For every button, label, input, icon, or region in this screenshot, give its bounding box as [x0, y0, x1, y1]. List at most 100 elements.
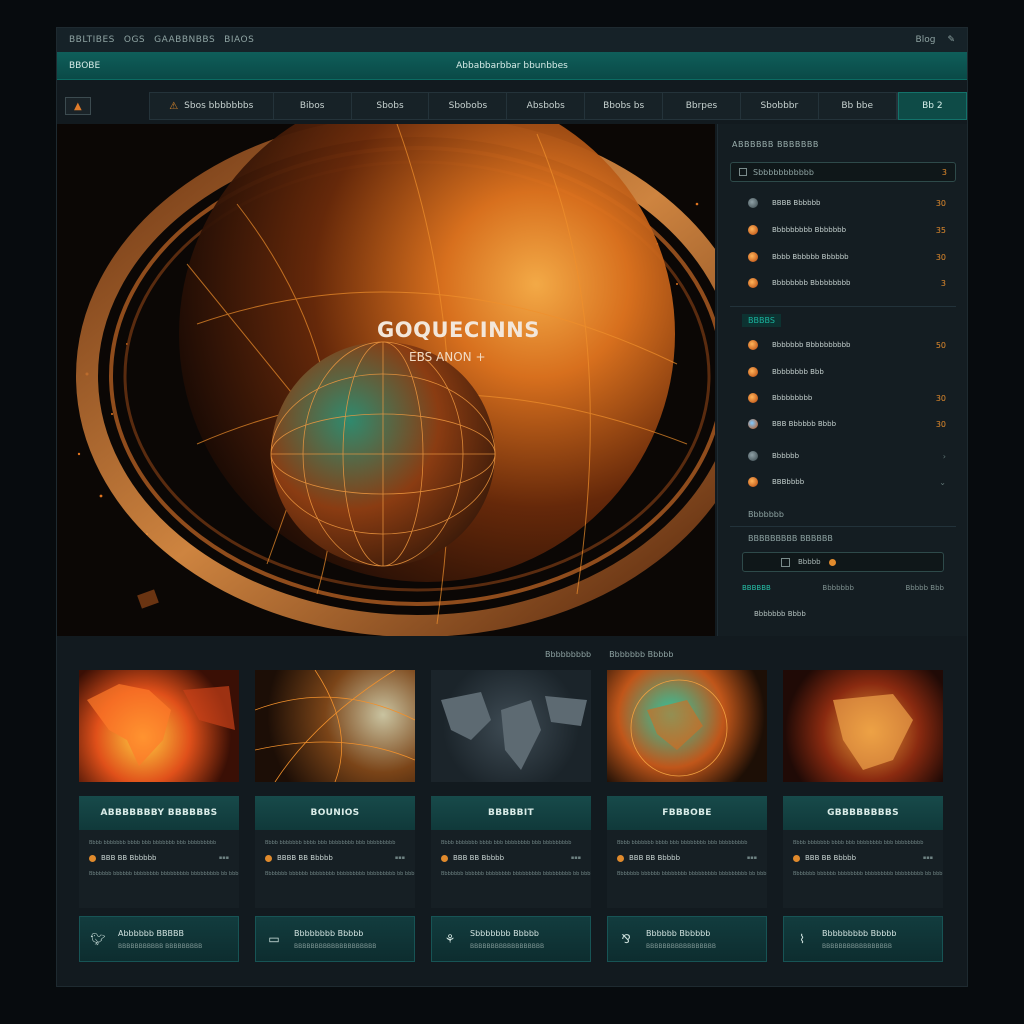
list-item-label: BBBbbbb [772, 478, 805, 486]
chart-icon[interactable]: ▲ [65, 97, 91, 115]
announcement-bar: BBOBE Abbabbarbbar bbunbbes [57, 52, 967, 80]
card-footer-button[interactable]: ⅋ Bbbbbb Bbbbbb BBBBBBBBBBBBBBBBB [607, 916, 767, 962]
info-card[interactable]: FBBBOBE Bbbb bbbbbbb bbbb bbb bbbbbbbb b… [607, 796, 767, 908]
app-window: BBLTIBES OGS GAABBNBBS BIAOS Blog ✎ BBOB… [56, 27, 968, 987]
list-item[interactable]: BBBB Bbbbbb 30 [730, 194, 956, 212]
top-menu-bar: BBLTIBES OGS GAABBNBBS BIAOS Blog ✎ [57, 28, 967, 52]
map-image [87, 684, 235, 766]
sidebar-tab[interactable]: Bbbbbbb [822, 584, 853, 592]
footer-title: Bbbbbb Bbbbbb [646, 928, 711, 938]
nav-tab[interactable]: Bbobs bs [585, 93, 664, 119]
list-item-value: 30 [935, 393, 946, 403]
footer-subtitle: BBBBBBBBBBBBBBBBBBBB [294, 942, 377, 950]
list-item[interactable]: BBB Bbbbbb Bbbb 30 [730, 415, 956, 433]
info-card[interactable]: BOUNIOS Bbbb bbbbbbb bbbb bbb bbbbbbbb b… [255, 796, 415, 908]
card-body: Bbbbbbb bbbbbb bbbbbbbb bbbbbbbbb bbbbbb… [617, 871, 767, 877]
section-label[interactable]: Bbbbbbbbb [545, 650, 591, 659]
list-item-label: Bbbbbb [772, 452, 800, 460]
sidebar-footer-link[interactable]: Bbbbbbb Bbbb [754, 610, 806, 618]
list-item[interactable]: Bbbbbb › [730, 447, 956, 465]
sprout-icon: ⌇ [799, 932, 805, 946]
sidebar-field[interactable]: Bbbbb [742, 552, 944, 572]
divider [730, 526, 956, 527]
card-meta-label: BBB BB Bbbbb [629, 854, 681, 862]
footer-subtitle: BBBBBBBBBBBBBBBBB [822, 942, 892, 950]
map-thumbnail-globe[interactable] [255, 670, 415, 782]
hero-subtitle[interactable]: EBS ANON + [409, 350, 486, 364]
list-item[interactable]: Bbbbbbbbb Bbbbbbb 35 [730, 221, 956, 239]
top-right-links: Blog ✎ [916, 35, 955, 45]
card-meta: BBB BB Bbbbb ▪▪▪ [431, 854, 591, 862]
card-title: BBBBBIT [431, 796, 591, 830]
nav-tab[interactable]: Bibos [274, 93, 352, 119]
list-item-label: BBBB Bbbbbb [772, 199, 821, 207]
top-menu-item[interactable]: BBLTIBES [69, 35, 115, 45]
list-item[interactable]: Bbbb Bbbbbb Bbbbbb 30 [730, 248, 956, 266]
sidebar-group-header[interactable]: BBBBS [742, 314, 781, 327]
map-thumbnail-earth[interactable] [607, 670, 767, 782]
map-thumbnail-africa[interactable] [79, 670, 239, 782]
list-item[interactable]: Bbbbbbbbb 30 [730, 389, 956, 407]
nav-tab[interactable]: Sbobbbr [741, 93, 819, 119]
sidebar-tabs: BBBBBB Bbbbbbb Bbbbb Bbb [742, 584, 944, 592]
sidebar-search-input[interactable]: Sbbbbbbbbbbb 3 [730, 162, 956, 182]
nav-tab[interactable]: Sbobobs [429, 93, 508, 119]
edit-icon[interactable]: ✎ [947, 35, 955, 45]
section-label[interactable]: Bbbbbbb Bbbbb [609, 650, 673, 659]
info-card[interactable]: ABBBBBBBY BBBBBBS Bbbb bbbbbbb bbbb bbb … [79, 796, 239, 908]
nav-tab[interactable]: Bbrpes [663, 93, 741, 119]
list-item[interactable]: BBBbbbb ⌄ [730, 473, 956, 491]
list-item-label: Bbbbbbb Bbbbbbbbbb [772, 341, 851, 349]
globe-icon [748, 367, 758, 377]
card-text: Bbbb bbbbbbb bbbb bbb bbbbbbbb bbb bbbbb… [793, 840, 924, 846]
announcement-left[interactable]: BBOBE [69, 61, 100, 71]
list-item[interactable]: Bbbbbbbb Bbbbbbbbb 3 [730, 274, 956, 292]
status-dot-icon [793, 854, 800, 862]
nav-tab[interactable]: Sbobs [352, 93, 430, 119]
hero-globe-visual: GOQUECINNS EBS ANON + [57, 124, 715, 636]
sidebar-tab[interactable]: BBBBBB [742, 584, 771, 592]
globe-icon [748, 419, 758, 429]
nav-tab-home[interactable]: ⚠ Sbos bbbbbbbs [150, 93, 274, 119]
list-item[interactable]: Bbbbbbbb Bbb [730, 363, 956, 381]
nav-cta-button[interactable]: Bb 2 [897, 92, 967, 120]
image-icon: ▭ [268, 932, 280, 946]
card-footer-button[interactable]: 🐦︎ Abbbbbb BBBBB BBBBBBBBBBB BBBBBBBBB [79, 916, 239, 962]
top-menu-item[interactable]: OGS [124, 35, 145, 45]
card-footer-button[interactable]: ⌇ Bbbbbbbbb Bbbbb BBBBBBBBBBBBBBBBB [783, 916, 943, 962]
status-dot-icon [617, 854, 624, 862]
card-footer-button[interactable]: ▭ Bbbbbbbb Bbbbb BBBBBBBBBBBBBBBBBBBB [255, 916, 415, 962]
status-dot-icon [89, 854, 96, 862]
globe-icon [748, 278, 758, 288]
map-image [630, 679, 728, 777]
card-meta-right: ▪▪▪ [570, 855, 581, 861]
list-item-value: 35 [935, 225, 946, 235]
top-menu-item[interactable]: GAABBNBBS [154, 35, 215, 45]
card-title: GBBBBBBBBS [783, 796, 943, 830]
map-thumbnail-africa-dark[interactable] [783, 670, 943, 782]
map-image [441, 692, 587, 770]
footer-title: Abbbbbb BBBBB [118, 928, 184, 938]
plant-icon: ⚘ [444, 932, 456, 946]
footer-subtitle: BBBBBBBBBBBBBBBBBB [470, 942, 545, 950]
nav-tab[interactable]: Bb bbe [819, 93, 897, 119]
list-item[interactable]: Bbbbbbb Bbbbbbbbbb 50 [730, 336, 956, 354]
footer-subtitle: BBBBBBBBBBB BBBBBBBBB [118, 942, 203, 950]
nav-tab[interactable]: Absbobs [507, 93, 586, 119]
hero-title: GOQUECINNS [377, 318, 540, 342]
card-footer-button[interactable]: ⚘ Sbbbbbbb Bbbbb BBBBBBBBBBBBBBBBBB [431, 916, 591, 962]
status-dot-icon [828, 558, 836, 566]
blog-link[interactable]: Blog [916, 35, 936, 45]
list-item-value: 50 [935, 340, 946, 350]
sidebar-tab[interactable]: Bbbbb Bbb [905, 584, 944, 592]
list-item-label: BBB Bbbbbb Bbbb [772, 420, 837, 428]
globe-icon [748, 225, 758, 235]
info-card[interactable]: BBBBBIT Bbbb bbbbbbb bbbb bbb bbbbbbbb b… [431, 796, 591, 908]
card-text: Bbbb bbbbbbb bbbb bbb bbbbbbbb bbb bbbbb… [441, 840, 572, 846]
card-meta-right: ▪▪▪ [218, 855, 229, 861]
map-thumbnail-world[interactable] [431, 670, 591, 782]
top-menu-item[interactable]: BIAOS [224, 35, 254, 45]
info-card[interactable]: GBBBBBBBBS Bbbb bbbbbbb bbbb bbb bbbbbbb… [783, 796, 943, 908]
globe-illustration [57, 124, 715, 636]
card-text: Bbbb bbbbbbb bbbb bbb bbbbbbbb bbb bbbbb… [265, 840, 396, 846]
